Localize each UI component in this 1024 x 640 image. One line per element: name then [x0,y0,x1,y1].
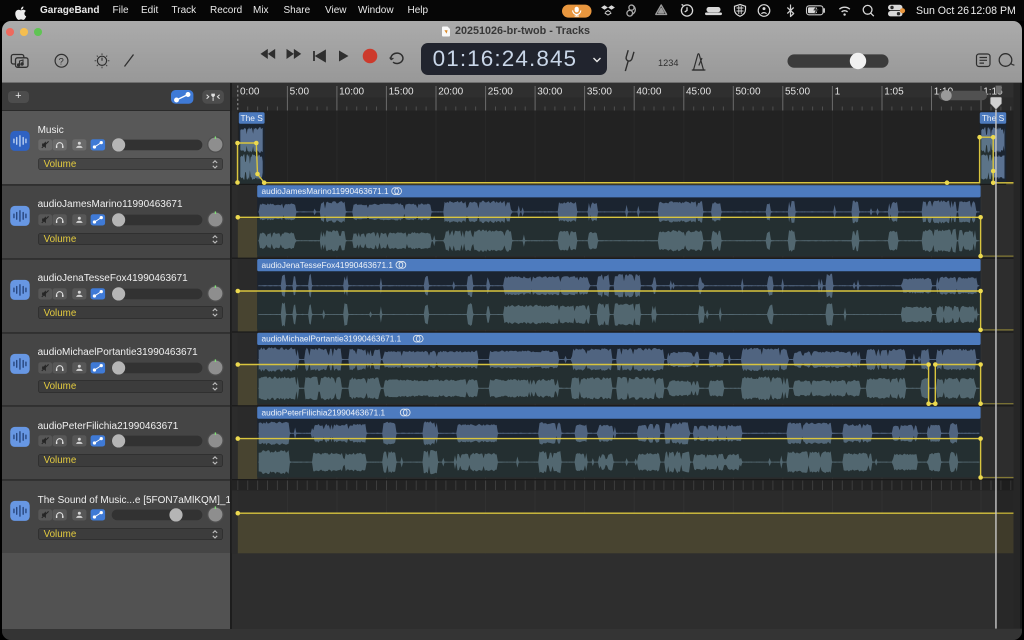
svg-text:audioJamesMarino11990463671.1: audioJamesMarino11990463671.1 [262,186,390,196]
svg-text:35:00: 35:00 [587,87,612,98]
svg-text:50:00: 50:00 [736,87,761,98]
svg-text:audioPeterFilichia21990463671.: audioPeterFilichia21990463671.1 [262,408,386,418]
svg-text:0:00: 0:00 [240,87,260,98]
svg-text:55:00: 55:00 [785,87,810,98]
svg-text:10:00: 10:00 [339,87,364,98]
svg-text:20:00: 20:00 [438,87,463,98]
svg-text:1: 1 [835,87,841,98]
svg-text:40:00: 40:00 [636,87,661,98]
svg-text:1:05: 1:05 [884,87,904,98]
svg-text:audioMichaelPortantie319904636: audioMichaelPortantie31990463671.1 [262,334,402,344]
svg-text:The S: The S [241,113,264,123]
svg-text:5:00: 5:00 [290,87,310,98]
svg-text:30:00: 30:00 [537,87,562,98]
svg-text:15:00: 15:00 [389,87,414,98]
svg-text:45:00: 45:00 [686,87,711,98]
svg-text:audioJenaTesseFox41990463671.1: audioJenaTesseFox41990463671.1 [262,260,394,270]
svg-text:25:00: 25:00 [488,87,513,98]
svg-text:The S: The S [982,113,1005,123]
